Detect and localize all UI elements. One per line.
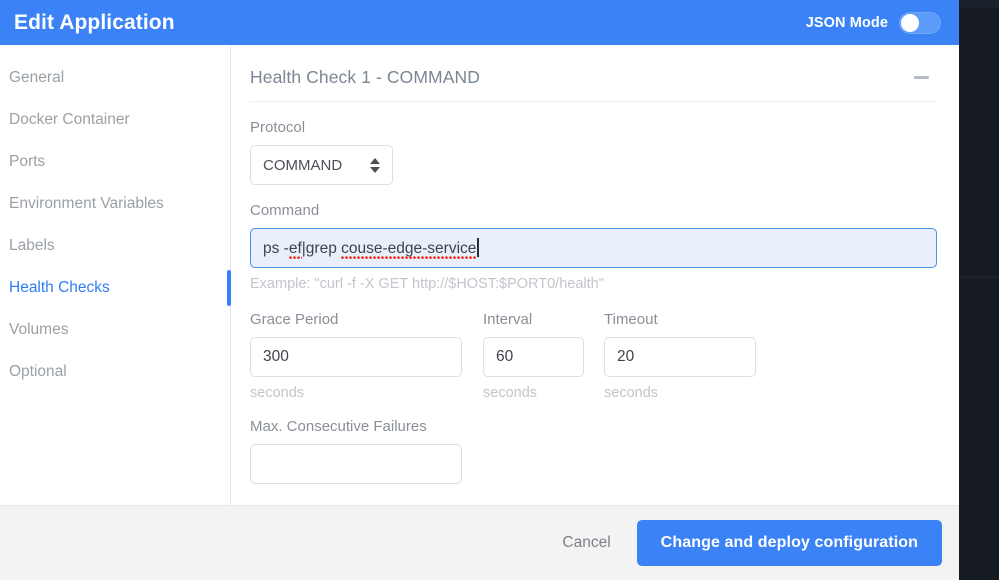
sidebar-item-label: Optional — [9, 363, 67, 381]
json-mode-label: JSON Mode — [806, 15, 888, 31]
max-consecutive-failures-input[interactable] — [250, 444, 462, 484]
grace-period-input[interactable]: 300 — [250, 337, 462, 377]
sidebar-item-health-checks[interactable]: Health Checks — [0, 267, 230, 309]
protocol-selected-value: COMMAND — [263, 157, 342, 174]
timeout-unit: seconds — [604, 385, 756, 401]
max-consecutive-failures-field: Max. Consecutive Failures — [250, 418, 937, 484]
sidebar-item-label: Ports — [9, 153, 45, 171]
timeout-label: Timeout — [604, 311, 756, 328]
grace-period-label: Grace Period — [250, 311, 462, 328]
sidebar-item-optional[interactable]: Optional — [0, 351, 230, 393]
command-text-misspelled-2: couse-edge-service — [341, 240, 476, 260]
section-title: Health Check 1 - COMMAND — [250, 67, 480, 88]
edit-application-modal: Edit Application JSON Mode General Docke… — [0, 0, 959, 580]
command-input-value: ps -ef|grep couse-edge-service — [263, 238, 479, 258]
sidebar-item-label: Volumes — [9, 321, 68, 339]
max-consecutive-failures-label: Max. Consecutive Failures — [250, 418, 937, 435]
backdrop-top-band — [960, 0, 999, 8]
sidebar-nav: General Docker Container Ports Environme… — [0, 45, 231, 505]
sidebar-item-ports[interactable]: Ports — [0, 141, 230, 183]
interval-value: 60 — [496, 348, 513, 366]
backdrop-divider-band — [960, 276, 999, 278]
timeout-value: 20 — [617, 348, 634, 366]
interval-label: Interval — [483, 311, 584, 328]
sidebar-item-environment-variables[interactable]: Environment Variables — [0, 183, 230, 225]
header-actions: JSON Mode — [806, 12, 941, 34]
page-title: Edit Application — [14, 11, 175, 35]
interval-field: Interval 60 seconds — [483, 311, 584, 401]
command-text-prefix: ps - — [263, 240, 289, 257]
command-input[interactable]: ps -ef|grep couse-edge-service — [250, 228, 937, 268]
health-check-form: Health Check 1 - COMMAND Protocol COMMAN… — [231, 45, 959, 505]
stepper-arrows-icon — [370, 158, 380, 173]
protocol-label: Protocol — [250, 119, 937, 136]
timeout-field: Timeout 20 seconds — [604, 311, 756, 401]
command-text-middle: |grep — [302, 240, 341, 257]
toggle-knob — [901, 14, 919, 32]
grace-period-unit: seconds — [250, 385, 462, 401]
sidebar-item-label: Docker Container — [9, 111, 130, 129]
command-text-misspelled-1: ef — [289, 240, 302, 260]
section-header: Health Check 1 - COMMAND — [250, 67, 937, 102]
sidebar-item-label: Labels — [9, 237, 55, 255]
grace-period-value: 300 — [263, 348, 289, 366]
json-mode-toggle[interactable] — [899, 12, 941, 34]
interval-input[interactable]: 60 — [483, 337, 584, 377]
command-hint: Example: "curl -f -X GET http://$HOST:$P… — [250, 276, 937, 292]
command-field: Command ps -ef|grep couse-edge-service E… — [250, 202, 937, 292]
protocol-select[interactable]: COMMAND — [250, 145, 393, 185]
sidebar-item-label: Environment Variables — [9, 195, 164, 213]
sidebar-item-docker-container[interactable]: Docker Container — [0, 99, 230, 141]
interval-unit: seconds — [483, 385, 584, 401]
timing-fields-row: Grace Period 300 seconds Interval 60 sec… — [250, 311, 937, 401]
screen: Edit Application JSON Mode General Docke… — [0, 0, 999, 580]
sidebar-item-label: General — [9, 69, 64, 87]
sidebar-item-volumes[interactable]: Volumes — [0, 309, 230, 351]
change-and-deploy-button[interactable]: Change and deploy configuration — [637, 520, 942, 566]
sidebar-item-label: Health Checks — [9, 279, 110, 297]
cancel-button[interactable]: Cancel — [558, 528, 614, 558]
modal-header: Edit Application JSON Mode — [0, 0, 959, 45]
text-cursor — [477, 238, 479, 257]
minus-icon[interactable] — [914, 76, 929, 79]
modal-footer: Cancel Change and deploy configuration — [0, 505, 959, 580]
command-label: Command — [250, 202, 937, 219]
timeout-input[interactable]: 20 — [604, 337, 756, 377]
protocol-field: Protocol COMMAND — [250, 119, 937, 185]
grace-period-field: Grace Period 300 seconds — [250, 311, 462, 401]
sidebar-item-general[interactable]: General — [0, 57, 230, 99]
sidebar-item-labels[interactable]: Labels — [0, 225, 230, 267]
modal-body: General Docker Container Ports Environme… — [0, 45, 959, 505]
